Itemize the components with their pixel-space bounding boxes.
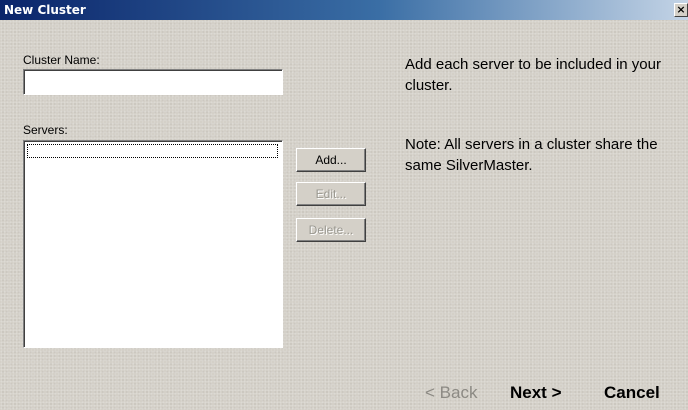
cluster-name-input[interactable] <box>23 69 283 95</box>
window-title: New Cluster <box>4 3 86 17</box>
instruction-text: Add each server to be included in your c… <box>405 56 661 94</box>
servers-list[interactable] <box>23 140 283 348</box>
servers-label: Servers: <box>23 123 68 137</box>
close-icon: × <box>676 3 686 16</box>
next-button[interactable]: Next > <box>510 383 562 403</box>
edit-button[interactable]: Edit... <box>296 182 366 206</box>
note-text: Note: All servers in a cluster share the… <box>405 136 658 174</box>
delete-button[interactable]: Delete... <box>296 218 366 242</box>
title-bar: New Cluster × <box>0 0 688 20</box>
cancel-button[interactable]: Cancel <box>604 383 660 403</box>
add-button[interactable]: Add... <box>296 148 366 172</box>
cluster-name-label: Cluster Name: <box>23 53 100 67</box>
close-button[interactable]: × <box>674 3 688 17</box>
dialog-body: Cluster Name: Servers: Add... Edit... De… <box>0 20 688 410</box>
list-focus-row <box>27 144 278 158</box>
back-button[interactable]: < Back <box>425 383 477 403</box>
